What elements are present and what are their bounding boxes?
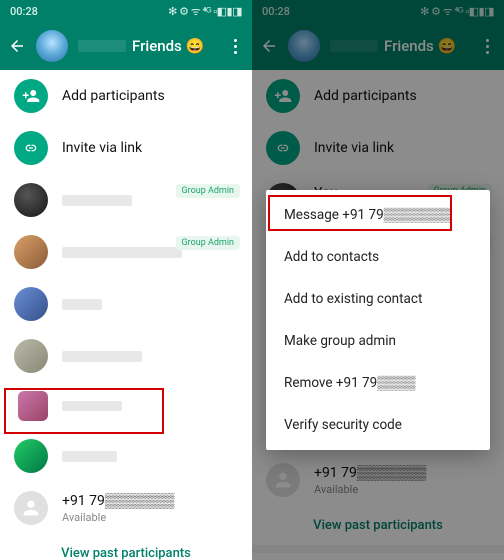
- member-row[interactable]: [0, 430, 252, 482]
- avatar: [14, 183, 48, 217]
- app-bar: Friends 😄: [0, 22, 252, 70]
- add-person-icon: [266, 79, 300, 113]
- status-icons: ✻ ⚙ ᯤ ⁴ᴳ ▫◧▮◨: [168, 4, 242, 19]
- member-name-blur: [62, 299, 102, 310]
- title-blur: [330, 40, 378, 52]
- menu-verify-code[interactable]: Verify security code: [266, 404, 490, 446]
- member-row[interactable]: [0, 382, 252, 430]
- overflow-menu-icon[interactable]: [226, 39, 244, 54]
- admin-badge: Group Admin: [176, 236, 240, 250]
- add-person-icon: [14, 79, 48, 113]
- member-row[interactable]: [0, 278, 252, 330]
- exit-group-row[interactable]: Exit group: [252, 553, 504, 560]
- member-name-blur: [62, 401, 122, 411]
- placeholder-avatar-icon: [266, 463, 300, 497]
- title-blur: [78, 40, 126, 52]
- menu-message[interactable]: Message +91 79▒▒▒▒▒▒▒: [266, 194, 490, 236]
- member-name-blur: [62, 351, 142, 362]
- menu-add-existing[interactable]: Add to existing contact: [266, 278, 490, 320]
- back-icon[interactable]: [260, 37, 278, 55]
- avatar: [14, 439, 48, 473]
- content-left: Add participants Invite via link Group A…: [0, 70, 252, 560]
- back-icon[interactable]: [8, 37, 26, 55]
- status-time: 00:28: [262, 5, 290, 18]
- member-row-selected[interactable]: +91 79▒▒▒▒▒▒▒ Available: [0, 482, 252, 534]
- member-status: Available: [314, 483, 490, 496]
- view-past-participants[interactable]: View past participants: [252, 506, 504, 545]
- context-menu: Message +91 79▒▒▒▒▒▒▒ Add to contacts Ad…: [266, 190, 490, 450]
- group-avatar[interactable]: [288, 30, 320, 62]
- add-participants-row[interactable]: Add participants: [252, 70, 504, 122]
- menu-add-contacts[interactable]: Add to contacts: [266, 236, 490, 278]
- status-bar: 00:28 ✻ ⚙ ᯤ ⁴ᴳ ▫◧▮◨: [252, 0, 504, 22]
- add-participants-label: Add participants: [62, 88, 238, 104]
- member-row-selected[interactable]: +91 79▒▒▒▒▒▒▒ Available: [252, 454, 504, 506]
- status-icons: ✻ ⚙ ᯤ ⁴ᴳ ▫◧▮◨: [420, 4, 494, 19]
- avatar: [14, 235, 48, 269]
- member-status: Available: [62, 511, 238, 524]
- status-time: 00:28: [10, 5, 38, 18]
- avatar: [18, 391, 48, 421]
- screen-right: 00:28 ✻ ⚙ ᯤ ⁴ᴳ ▫◧▮◨ Friends 😄 Add partic…: [252, 0, 504, 560]
- admin-badge: Group Admin: [176, 184, 240, 198]
- invite-link-row[interactable]: Invite via link: [252, 122, 504, 174]
- section-divider: [252, 545, 504, 553]
- link-icon: [266, 131, 300, 165]
- overflow-menu-icon[interactable]: [478, 39, 496, 54]
- placeholder-avatar-icon: [14, 491, 48, 525]
- invite-link-row[interactable]: Invite via link: [0, 122, 252, 174]
- avatar: [14, 287, 48, 321]
- status-bar: 00:28 ✻ ⚙ ᯤ ⁴ᴳ ▫◧▮◨: [0, 0, 252, 22]
- group-avatar[interactable]: [36, 30, 68, 62]
- member-row[interactable]: [0, 330, 252, 382]
- invite-link-label: Invite via link: [62, 140, 238, 156]
- view-past-participants[interactable]: View past participants: [0, 534, 252, 560]
- link-icon: [14, 131, 48, 165]
- member-name-blur: [62, 451, 117, 462]
- avatar: [14, 339, 48, 373]
- member-row[interactable]: Group Admin: [0, 174, 252, 226]
- member-row[interactable]: Group Admin: [0, 226, 252, 278]
- screen-left: 00:28 ✻ ⚙ ᯤ ⁴ᴳ ▫◧▮◨ Friends 😄 Add partic…: [0, 0, 252, 560]
- app-bar: Friends 😄: [252, 22, 504, 70]
- add-participants-row[interactable]: Add participants: [0, 70, 252, 122]
- member-phone: +91 79▒▒▒▒▒▒▒: [314, 464, 490, 481]
- member-name-blur: [62, 247, 182, 258]
- member-name-blur: [62, 195, 132, 206]
- menu-remove[interactable]: Remove +91 79▒▒▒▒: [266, 362, 490, 404]
- group-title[interactable]: Friends 😄: [330, 37, 468, 55]
- group-title[interactable]: Friends 😄: [78, 37, 216, 55]
- member-phone: +91 79▒▒▒▒▒▒▒: [62, 492, 238, 509]
- menu-make-admin[interactable]: Make group admin: [266, 320, 490, 362]
